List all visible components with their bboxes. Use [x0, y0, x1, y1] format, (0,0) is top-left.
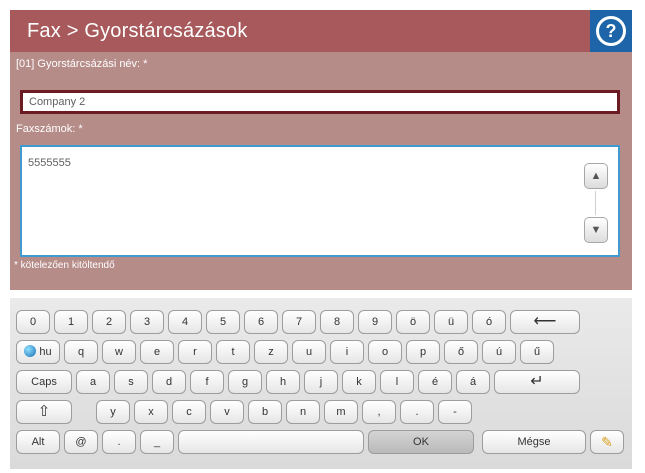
key-b[interactable]: b: [248, 400, 282, 424]
key-1[interactable]: 1: [54, 310, 88, 334]
shift-arrow-icon: ⇧: [37, 403, 51, 420]
language-label: hu: [39, 346, 52, 358]
key-9[interactable]: 9: [358, 310, 392, 334]
key-s[interactable]: s: [114, 370, 148, 394]
key-z[interactable]: z: [254, 340, 288, 364]
key-j[interactable]: j: [304, 370, 338, 394]
edit-button[interactable]: ✎: [590, 430, 624, 454]
scroll-down-button[interactable]: ▼: [584, 217, 608, 243]
key-n[interactable]: n: [286, 400, 320, 424]
key-r[interactable]: r: [178, 340, 212, 364]
key-e[interactable]: e: [140, 340, 174, 364]
key-u[interactable]: u: [292, 340, 326, 364]
backspace-arrow-icon: ⟵: [533, 313, 557, 330]
screen: Fax > Gyorstárcsázások ? [01] Gyorstárcs…: [0, 0, 645, 473]
chevron-down-icon: ▼: [590, 224, 602, 236]
space-key[interactable]: [178, 430, 364, 454]
key-x[interactable]: x: [134, 400, 168, 424]
key-7[interactable]: 7: [282, 310, 316, 334]
key-w[interactable]: w: [102, 340, 136, 364]
key-p[interactable]: p: [406, 340, 440, 364]
key-dot[interactable]: .: [102, 430, 136, 454]
key-d[interactable]: d: [152, 370, 186, 394]
language-key[interactable]: hu: [16, 340, 60, 364]
key-u-umlaut[interactable]: ü: [434, 310, 468, 334]
scroll-track: [595, 191, 596, 215]
backspace-key[interactable]: ⟵: [510, 310, 580, 334]
key-f[interactable]: f: [190, 370, 224, 394]
key-q[interactable]: q: [64, 340, 98, 364]
key-u-double-acute[interactable]: ű: [520, 340, 554, 364]
key-underscore[interactable]: _: [140, 430, 174, 454]
caps-lock-key[interactable]: Caps: [16, 370, 72, 394]
key-8[interactable]: 8: [320, 310, 354, 334]
name-label: [01] Gyorstárcsázási név: *: [16, 58, 148, 70]
key-i[interactable]: i: [330, 340, 364, 364]
fax-numbers-field[interactable]: 5555555 ▲ ▼: [20, 145, 620, 257]
page-title: Fax > Gyorstárcsázások: [27, 20, 248, 42]
speed-dial-name-input[interactable]: Company 2: [20, 90, 620, 114]
key-4[interactable]: 4: [168, 310, 202, 334]
cancel-button[interactable]: Mégse: [482, 430, 586, 454]
key-o-umlaut[interactable]: ö: [396, 310, 430, 334]
key-comma[interactable]: ,: [362, 400, 396, 424]
shift-key[interactable]: ⇧: [16, 400, 72, 424]
required-note: * kötelezően kitöltendő: [14, 260, 115, 271]
help-icon: ?: [596, 16, 626, 46]
key-k[interactable]: k: [342, 370, 376, 394]
form-panel: [01] Gyorstárcsázási név: * Company 2 Fa…: [10, 52, 632, 290]
key-at[interactable]: @: [64, 430, 98, 454]
key-a[interactable]: a: [76, 370, 110, 394]
key-hyphen[interactable]: -: [438, 400, 472, 424]
globe-icon: [24, 345, 37, 357]
fax-numbers-label: Faxszámok: *: [16, 123, 83, 135]
key-0[interactable]: 0: [16, 310, 50, 334]
key-period[interactable]: .: [400, 400, 434, 424]
scroll-up-button[interactable]: ▲: [584, 163, 608, 189]
key-2[interactable]: 2: [92, 310, 126, 334]
header-bar: Fax > Gyorstárcsázások ?: [10, 10, 632, 52]
key-a-acute[interactable]: á: [456, 370, 490, 394]
key-l[interactable]: l: [380, 370, 414, 394]
key-6[interactable]: 6: [244, 310, 278, 334]
key-t[interactable]: t: [216, 340, 250, 364]
key-e-acute[interactable]: é: [418, 370, 452, 394]
enter-key[interactable]: ↵: [494, 370, 580, 394]
key-h[interactable]: h: [266, 370, 300, 394]
key-o[interactable]: o: [368, 340, 402, 364]
ok-button[interactable]: OK: [368, 430, 474, 454]
key-g[interactable]: g: [228, 370, 262, 394]
enter-icon: ↵: [530, 373, 544, 390]
key-m[interactable]: m: [324, 400, 358, 424]
alt-key[interactable]: Alt: [16, 430, 60, 454]
key-y[interactable]: y: [96, 400, 130, 424]
key-o-double-acute[interactable]: ő: [444, 340, 478, 364]
fax-number-value: 5555555: [28, 157, 71, 169]
key-u-acute[interactable]: ú: [482, 340, 516, 364]
pencil-icon: ✎: [601, 434, 613, 450]
key-5[interactable]: 5: [206, 310, 240, 334]
chevron-up-icon: ▲: [590, 170, 602, 182]
key-3[interactable]: 3: [130, 310, 164, 334]
key-c[interactable]: c: [172, 400, 206, 424]
help-button[interactable]: ?: [590, 10, 632, 52]
key-v[interactable]: v: [210, 400, 244, 424]
on-screen-keyboard: 0 1 2 3 4 5 6 7 8 9 ö ü ó ⟵ hu q w e r t…: [10, 298, 632, 469]
key-o-acute[interactable]: ó: [472, 310, 506, 334]
